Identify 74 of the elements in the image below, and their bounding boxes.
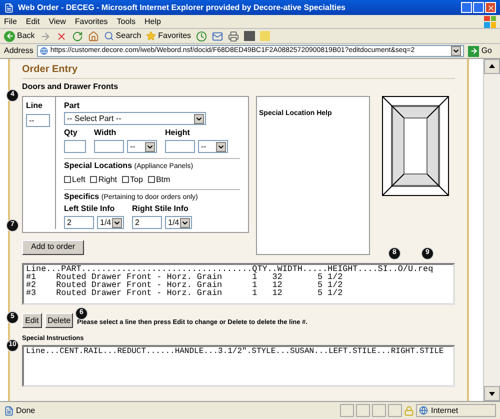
section-title: Doors and Drawer Fronts: [22, 81, 120, 93]
stop-icon[interactable]: [56, 30, 67, 42]
add-to-order-button[interactable]: Add to order: [22, 240, 84, 254]
scrollbar[interactable]: [483, 59, 500, 401]
part-select[interactable]: -- Select Part --: [64, 112, 206, 125]
menu-item[interactable]: File: [4, 16, 17, 28]
close-icon: [486, 4, 494, 12]
status-pane: [356, 404, 370, 417]
edit-button[interactable]: Edit: [22, 313, 42, 328]
zone-text: Internet: [431, 404, 458, 416]
checkbox[interactable]: [90, 176, 98, 183]
width-fraction-select[interactable]: --: [127, 140, 157, 153]
checkbox-label: Btm: [156, 174, 170, 186]
menu-item[interactable]: Tools: [116, 16, 136, 28]
window-title: Web Order - DECEG - Microsoft Internet Explorer provided by Decore-ative Specialties: [18, 2, 346, 14]
width-label: Width: [94, 127, 118, 139]
checkbox[interactable]: [64, 176, 71, 183]
menu-item[interactable]: View: [48, 16, 66, 28]
scroll-down-icon[interactable]: [484, 386, 500, 401]
address-label: Address: [4, 45, 34, 57]
mail-icon[interactable]: [212, 30, 224, 42]
stile-field[interactable]: 2: [64, 216, 94, 229]
checkbox[interactable]: [148, 176, 155, 183]
checkbox[interactable]: [122, 176, 130, 183]
scroll-up-icon[interactable]: [484, 59, 500, 74]
maximize-button[interactable]: [473, 2, 484, 13]
star-icon: [146, 31, 156, 41]
status-pane: [372, 404, 386, 417]
list-row[interactable]: #1 Routed Drawer Front - Horz. Grain 1 32 5 1/2: [26, 273, 451, 281]
delete-button[interactable]: Delete: [45, 313, 73, 328]
checkbox-label: Left: [72, 174, 86, 186]
list-header: Line...PART..................................QTY..WIDTH.....HEIGHT....SI..O/U.req: [26, 265, 434, 273]
status-pane: [340, 404, 354, 417]
line-field[interactable]: --: [26, 114, 50, 127]
refresh-icon[interactable]: [72, 30, 83, 42]
stile-fraction-select[interactable]: 1/4: [97, 216, 124, 229]
status-pane: [388, 404, 402, 417]
favorites-button[interactable]: Favorites: [146, 30, 192, 42]
part-label: Part: [64, 100, 81, 112]
browser-icon: [4, 2, 14, 12]
qty-label: Qty: [64, 127, 78, 139]
back-button[interactable]: Back: [4, 30, 35, 42]
order-list[interactable]: [22, 263, 455, 305]
search-button[interactable]: Search: [104, 30, 142, 42]
height-field[interactable]: [165, 140, 195, 153]
globe-icon: [419, 406, 428, 415]
history-icon[interactable]: [196, 30, 208, 42]
checkbox-label: Top: [130, 174, 143, 186]
height-fraction-select[interactable]: --: [198, 140, 228, 153]
stile-info-label: Left Stile Info: [64, 203, 116, 215]
checkbox-label: Right: [98, 174, 118, 186]
special-instructions-field[interactable]: Line...CENT.RAIL...REDUCT......HANDLE...3.1/2".STYLE...SUSAN...LEFT.STILE...RIGHT.STILE: [22, 344, 455, 387]
go-button[interactable]: Go: [468, 45, 496, 57]
home-icon[interactable]: [88, 30, 99, 42]
list-row[interactable]: #3 Routed Drawer Front - Horz. Grain 1 12 5 1/2: [26, 289, 451, 297]
list-row[interactable]: #2 Routed Drawer Front - Horz. Grain 1 12 5 1/2: [26, 281, 451, 289]
search-icon: [104, 31, 114, 41]
print-icon[interactable]: [228, 30, 240, 42]
stile-field[interactable]: 2: [132, 216, 162, 229]
lock-icon: [404, 406, 414, 416]
windows-logo-icon: [484, 16, 496, 28]
menu-item[interactable]: Edit: [26, 16, 40, 28]
close-button[interactable]: [485, 2, 496, 13]
qty-field[interactable]: [64, 140, 86, 153]
menu-item[interactable]: Favorites: [74, 16, 108, 28]
page-heading: Order Entry: [22, 59, 455, 79]
stile-info-label: Right Stile Info: [132, 203, 190, 215]
height-label: Height: [165, 127, 191, 139]
line-label: Line: [26, 100, 44, 112]
stile-fraction-select[interactable]: 1/4: [165, 216, 192, 229]
minimize-button[interactable]: [461, 2, 472, 13]
menu-item[interactable]: Help: [144, 16, 161, 28]
status-text: Done: [16, 404, 36, 416]
width-field[interactable]: [94, 140, 124, 153]
